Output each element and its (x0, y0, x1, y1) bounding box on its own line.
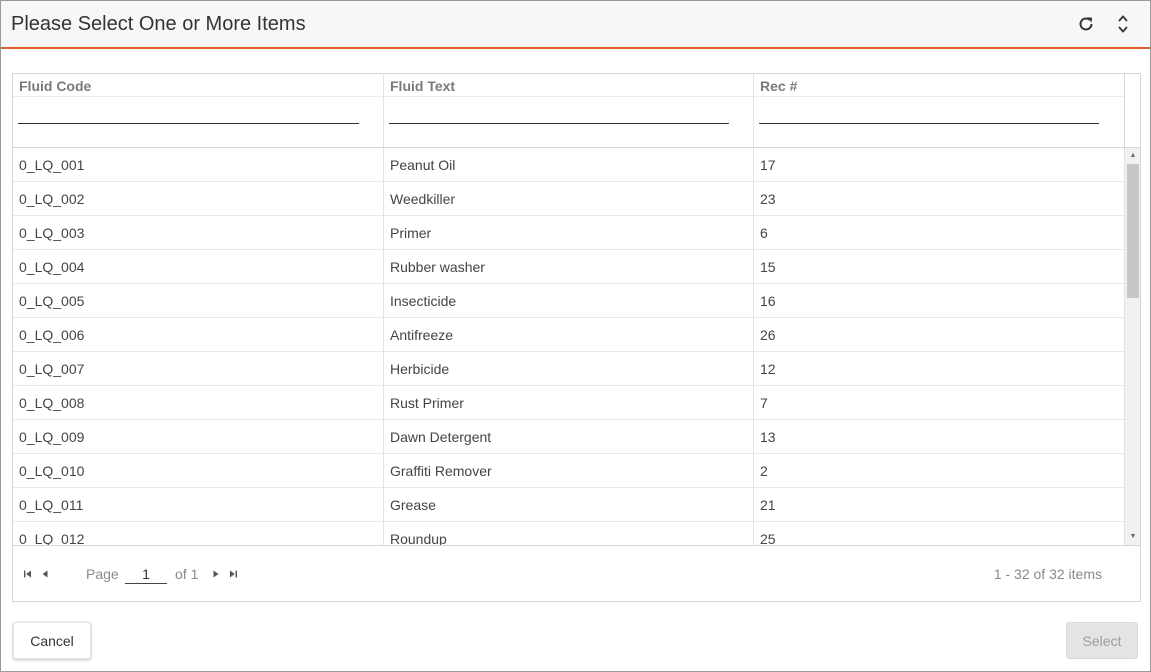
cell-fluid-code: 0_LQ_003 (19, 225, 85, 241)
cell-fluid-code: 0_LQ_002 (19, 191, 85, 207)
column-label: Fluid Text (390, 78, 456, 94)
cell-fluid-text: Insecticide (383, 284, 753, 318)
cell-rec-number: 15 (753, 250, 1124, 284)
column-label: Fluid Code (19, 78, 92, 94)
cell-rec-number: 16 (753, 284, 1124, 318)
column-header-fluid-code[interactable]: Fluid Code (13, 74, 383, 148)
cell-fluid-text: Herbicide (383, 352, 753, 386)
dialog-title: Please Select One or More Items (11, 13, 306, 35)
table-row[interactable]: 0_LQ_001 Peanut Oil 17 (13, 148, 1124, 182)
column-label: Rec # (760, 78, 798, 94)
next-page-icon[interactable] (209, 566, 223, 582)
table-row[interactable]: 0_LQ_011 Grease 21 (13, 488, 1124, 522)
cell-fluid-code: 0_LQ_008 (19, 395, 85, 411)
cell-fluid-text: Weedkiller (383, 182, 753, 216)
first-page-icon[interactable] (21, 566, 35, 582)
scroll-down-icon[interactable]: ▼ (1125, 530, 1141, 544)
cell-fluid-code: 0_LQ_005 (19, 293, 85, 309)
cell-rec-number: 13 (753, 420, 1124, 454)
pager-info: 1 - 32 of 32 items (993, 566, 1102, 582)
filter-input-rec-number[interactable] (759, 106, 1099, 124)
cell-fluid-text: Peanut Oil (383, 148, 753, 182)
table-row[interactable]: 0_LQ_009 Dawn Detergent 13 (13, 420, 1124, 454)
last-page-icon[interactable] (226, 566, 240, 582)
table-row[interactable]: 0_LQ_010 Graffiti Remover 2 (13, 454, 1124, 488)
filter-input-fluid-text[interactable] (389, 106, 729, 124)
header-divider (13, 96, 383, 97)
table-row[interactable]: 0_LQ_012 Roundup 25 (13, 522, 1124, 545)
cell-fluid-code: 0_LQ_010 (19, 463, 85, 479)
cell-rec-number: 2 (753, 454, 1124, 488)
header-divider (384, 96, 753, 97)
table-row[interactable]: 0_LQ_002 Weedkiller 23 (13, 182, 1124, 216)
cell-rec-number: 23 (753, 182, 1124, 216)
table-row[interactable]: 0_LQ_007 Herbicide 12 (13, 352, 1124, 386)
header-divider (754, 96, 1124, 97)
table-row[interactable]: 0_LQ_005 Insecticide 16 (13, 284, 1124, 318)
cell-fluid-text: Roundup (383, 522, 753, 545)
cell-fluid-text: Primer (383, 216, 753, 250)
header-scrollbar-spacer (1124, 74, 1140, 148)
grid-header: Fluid Code Fluid Text Rec # (13, 74, 1124, 148)
cell-fluid-text: Dawn Detergent (383, 420, 753, 454)
previous-page-icon[interactable] (38, 566, 52, 582)
cell-rec-number: 17 (753, 148, 1124, 182)
cell-rec-number: 21 (753, 488, 1124, 522)
cell-fluid-text: Graffiti Remover (383, 454, 753, 488)
grid-body: 0_LQ_001 Peanut Oil 17 0_LQ_002 Weedkill… (13, 148, 1124, 545)
cell-fluid-code: 0_LQ_001 (19, 157, 85, 173)
expand-collapse-icon[interactable] (1112, 13, 1134, 35)
cell-rec-number: 7 (753, 386, 1124, 420)
cell-fluid-text: Grease (383, 488, 753, 522)
cell-fluid-code: 0_LQ_006 (19, 327, 85, 343)
select-button[interactable]: Select (1066, 622, 1138, 659)
cancel-button[interactable]: Cancel (13, 622, 91, 659)
table-row[interactable]: 0_LQ_004 Rubber washer 15 (13, 250, 1124, 284)
cell-fluid-text: Antifreeze (383, 318, 753, 352)
table-row[interactable]: 0_LQ_006 Antifreeze 26 (13, 318, 1124, 352)
cell-fluid-text: Rubber washer (383, 250, 753, 284)
cell-rec-number: 6 (753, 216, 1124, 250)
page-count-label: of 1 (175, 566, 199, 582)
cell-fluid-code: 0_LQ_004 (19, 259, 85, 275)
page-label: Page (86, 566, 119, 582)
dialog-titlebar: Please Select One or More Items (1, 1, 1150, 49)
column-header-rec-number[interactable]: Rec # (753, 74, 1124, 148)
items-grid: Fluid Code Fluid Text Rec # 0_LQ_001 Pea… (12, 73, 1141, 602)
filter-input-fluid-code[interactable] (18, 106, 359, 124)
cell-fluid-code: 0_LQ_009 (19, 429, 85, 445)
select-items-dialog: Please Select One or More Items Fluid Co… (0, 0, 1151, 672)
cell-fluid-text: Rust Primer (383, 386, 753, 420)
cell-rec-number: 26 (753, 318, 1124, 352)
cell-fluid-code: 0_LQ_007 (19, 361, 85, 377)
table-row[interactable]: 0_LQ_008 Rust Primer 7 (13, 386, 1124, 420)
table-row[interactable]: 0_LQ_003 Primer 6 (13, 216, 1124, 250)
vertical-scrollbar[interactable]: ▲ ▼ (1124, 148, 1140, 545)
cell-fluid-code: 0_LQ_012 (19, 531, 85, 545)
cell-fluid-code: 0_LQ_011 (19, 497, 84, 513)
cell-rec-number: 25 (753, 522, 1124, 545)
scrollbar-thumb[interactable] (1127, 164, 1139, 298)
cell-rec-number: 12 (753, 352, 1124, 386)
scroll-up-icon[interactable]: ▲ (1125, 149, 1141, 163)
refresh-icon[interactable] (1075, 13, 1097, 35)
column-header-fluid-text[interactable]: Fluid Text (383, 74, 753, 148)
grid-pager: Page of 1 1 - 32 of 32 items (13, 545, 1140, 601)
page-number-input[interactable] (125, 564, 167, 584)
